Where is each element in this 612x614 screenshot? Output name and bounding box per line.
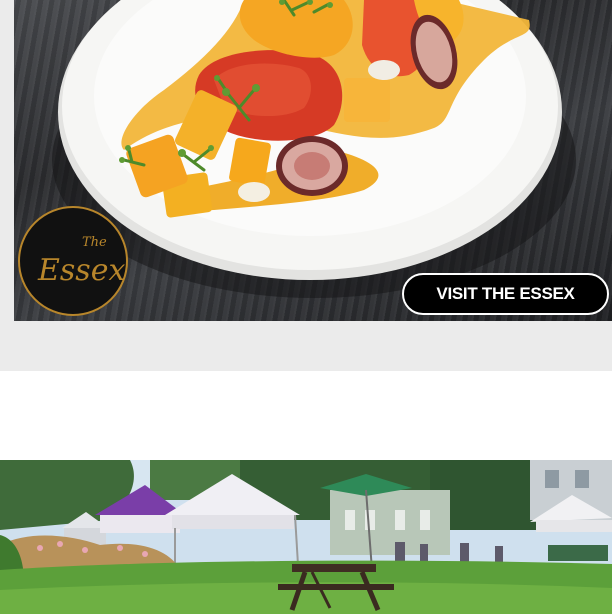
market-photo: [0, 460, 612, 614]
brand-logo: The Essex: [18, 206, 128, 316]
outdoor-market-image: [0, 460, 612, 614]
brand-logo-text-top: The: [82, 235, 107, 250]
brand-logo-text-main: Essex: [37, 253, 125, 288]
ad-container: The Essex VISIT THE ESSEX: [0, 0, 612, 371]
visit-the-essex-button[interactable]: VISIT THE ESSEX: [402, 273, 609, 315]
ad-banner[interactable]: The Essex VISIT THE ESSEX: [14, 0, 612, 321]
page: The Essex VISIT THE ESSEX: [0, 0, 612, 614]
